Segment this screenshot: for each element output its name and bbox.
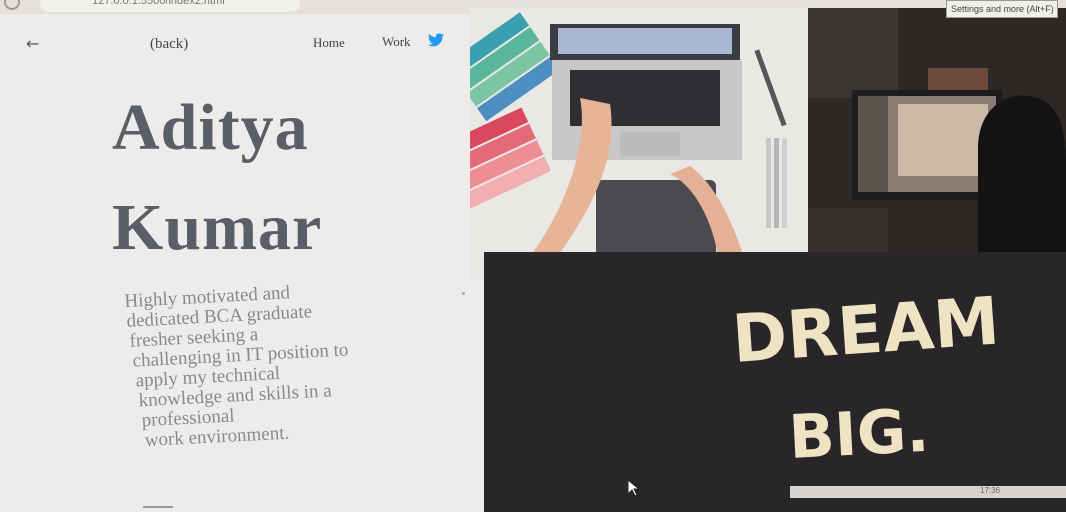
twitter-icon[interactable] <box>428 33 444 47</box>
back-arrow-icon[interactable]: ← <box>26 34 39 53</box>
last-name-heading: Kumar <box>112 191 323 264</box>
designer-desk-photo <box>470 8 812 280</box>
bio-paragraph: Highly motivated and dedicated BCA gradu… <box>124 277 422 452</box>
clock-text: 17:36 <box>980 486 1001 495</box>
taskbar: 17:36 <box>790 486 1066 498</box>
chalk-text-line-2: BIG. <box>787 396 931 473</box>
first-name-heading: Aditya <box>112 91 309 164</box>
back-link[interactable]: (back) <box>150 36 188 53</box>
nav-home-link[interactable]: Home <box>313 35 345 51</box>
footer-text-fragment <box>143 506 173 508</box>
settings-tooltip: Settings and more (Alt+F) <box>946 0 1058 18</box>
mouse-cursor-icon <box>628 480 640 496</box>
studio-photo <box>808 8 1066 268</box>
address-bar[interactable]: 127.0.0.1:5500/index2.html <box>40 0 300 12</box>
intro-panel: ← (back) Home Work Aditya Kumar Highly m… <box>0 14 488 512</box>
decorative-dot <box>462 292 465 295</box>
refresh-icon[interactable] <box>4 0 20 10</box>
nav-work-link[interactable]: Work <box>382 34 411 50</box>
dream-big-chalkboard-photo: DREAM BIG. <box>484 252 1066 512</box>
portfolio-page: ← (back) Home Work Aditya Kumar Highly m… <box>0 8 1066 512</box>
